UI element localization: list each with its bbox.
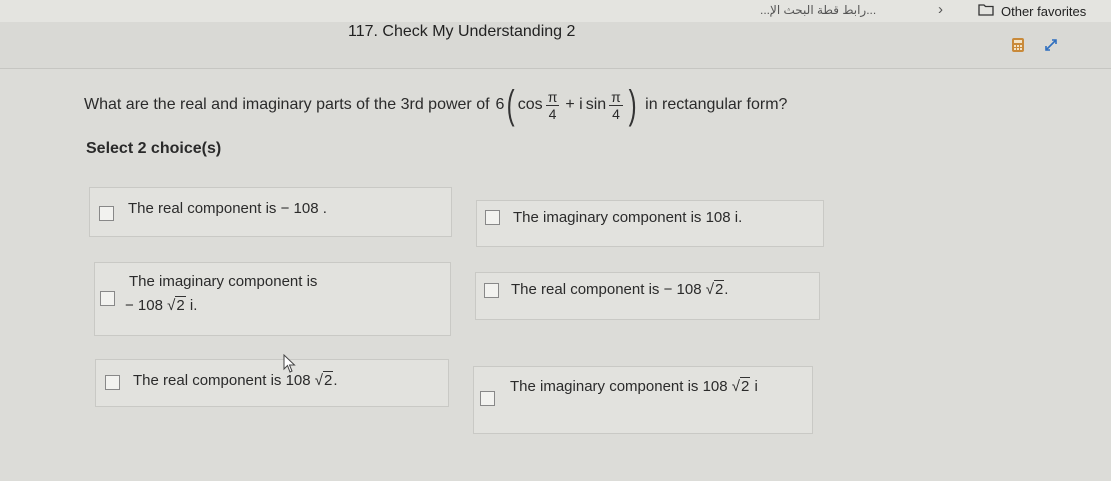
choice-real-minus-108-root2[interactable]: The real component is − 108 √2. bbox=[475, 272, 820, 320]
sqrt: √2 bbox=[314, 371, 334, 389]
choice-imaginary-108-root2-i[interactable]: The imaginary component is 108 √2 i bbox=[473, 366, 813, 434]
radicand: 2 bbox=[175, 296, 186, 314]
choice-imaginary-minus-108-root2-i[interactable]: The imaginary component is − 108 √2 i. bbox=[94, 262, 451, 336]
sin-label: sin bbox=[585, 96, 607, 113]
checkbox[interactable] bbox=[480, 391, 495, 406]
fraction-cos: π 4 bbox=[545, 88, 560, 122]
coefficient: 6 bbox=[495, 96, 505, 113]
fraction-numerator: π bbox=[609, 88, 623, 106]
page-title: 117. Check My Understanding 2 bbox=[348, 23, 576, 40]
question-suffix: in rectangular form? bbox=[645, 96, 788, 113]
bookmark-link[interactable]: ...رابط قطة البحث الإ... bbox=[760, 3, 876, 17]
other-favorites-link[interactable]: Other favorites bbox=[1001, 4, 1086, 19]
suffix: . bbox=[724, 281, 729, 298]
close-paren: ) bbox=[628, 83, 637, 127]
choice-math: − 108 √2 i. bbox=[125, 296, 198, 314]
choice-text: The imaginary component is 108 i. bbox=[513, 209, 743, 226]
choice-prefix: The real component is 108 bbox=[133, 372, 311, 389]
choice-real-108-root2[interactable]: The real component is 108 √2. bbox=[95, 359, 449, 407]
bookmarks-bar: ...رابط قطة البحث الإ... › Other favorit… bbox=[0, 0, 1111, 22]
coefficient: − 108 bbox=[125, 297, 163, 314]
checkbox[interactable] bbox=[105, 375, 120, 390]
sqrt: √2 bbox=[167, 296, 186, 314]
question-header: 117. Check My Understanding 2 bbox=[0, 22, 1111, 69]
radicand: 2 bbox=[713, 280, 725, 298]
choice-text: The imaginary component is 108 √2 i bbox=[510, 377, 758, 395]
choice-text: The real component is 108 √2. bbox=[133, 371, 338, 389]
choice-text: The real component is − 108 √2. bbox=[511, 280, 729, 298]
calculator-icon[interactable] bbox=[1010, 37, 1026, 53]
suffix: i. bbox=[189, 297, 198, 314]
fraction-denominator: 4 bbox=[612, 105, 620, 122]
plus-i: + i bbox=[565, 96, 583, 113]
open-paren: ( bbox=[507, 83, 516, 127]
folder-icon[interactable] bbox=[978, 4, 994, 16]
suffix: i bbox=[754, 378, 758, 395]
cursor-icon bbox=[283, 354, 296, 373]
sqrt: √2 bbox=[731, 377, 751, 395]
question-prefix: What are the real and imaginary parts of… bbox=[84, 96, 490, 113]
sqrt: √2 bbox=[705, 280, 725, 298]
cos-label: cos bbox=[517, 96, 543, 113]
choice-text: The real component is − 108 . bbox=[128, 200, 327, 217]
question-expression: 6 ( cos π 4 + i sin π 4 ) bbox=[496, 85, 640, 125]
expand-icon[interactable] bbox=[1043, 37, 1059, 53]
choice-prefix: The real component is − 108 bbox=[511, 281, 702, 298]
fraction-numerator: π bbox=[545, 88, 560, 106]
choice-prefix: The imaginary component is 108 bbox=[510, 378, 728, 395]
choice-imaginary-108i[interactable]: The imaginary component is 108 i. bbox=[476, 200, 824, 247]
fraction-sin: π 4 bbox=[609, 89, 623, 122]
radicand: 2 bbox=[323, 371, 334, 389]
question-text: What are the real and imaginary parts of… bbox=[84, 85, 787, 125]
checkbox[interactable] bbox=[485, 210, 500, 225]
checkbox[interactable] bbox=[99, 206, 114, 221]
instruction: Select 2 choice(s) bbox=[86, 140, 222, 157]
choice-text: The imaginary component is bbox=[129, 273, 318, 290]
checkbox[interactable] bbox=[100, 291, 115, 306]
suffix: . bbox=[333, 372, 338, 389]
fraction-denominator: 4 bbox=[548, 105, 557, 122]
checkbox[interactable] bbox=[484, 283, 499, 298]
choice-real-minus-108[interactable]: The real component is − 108 . bbox=[89, 187, 452, 237]
chevron-right-icon[interactable]: › bbox=[938, 1, 943, 18]
radicand: 2 bbox=[740, 377, 751, 395]
